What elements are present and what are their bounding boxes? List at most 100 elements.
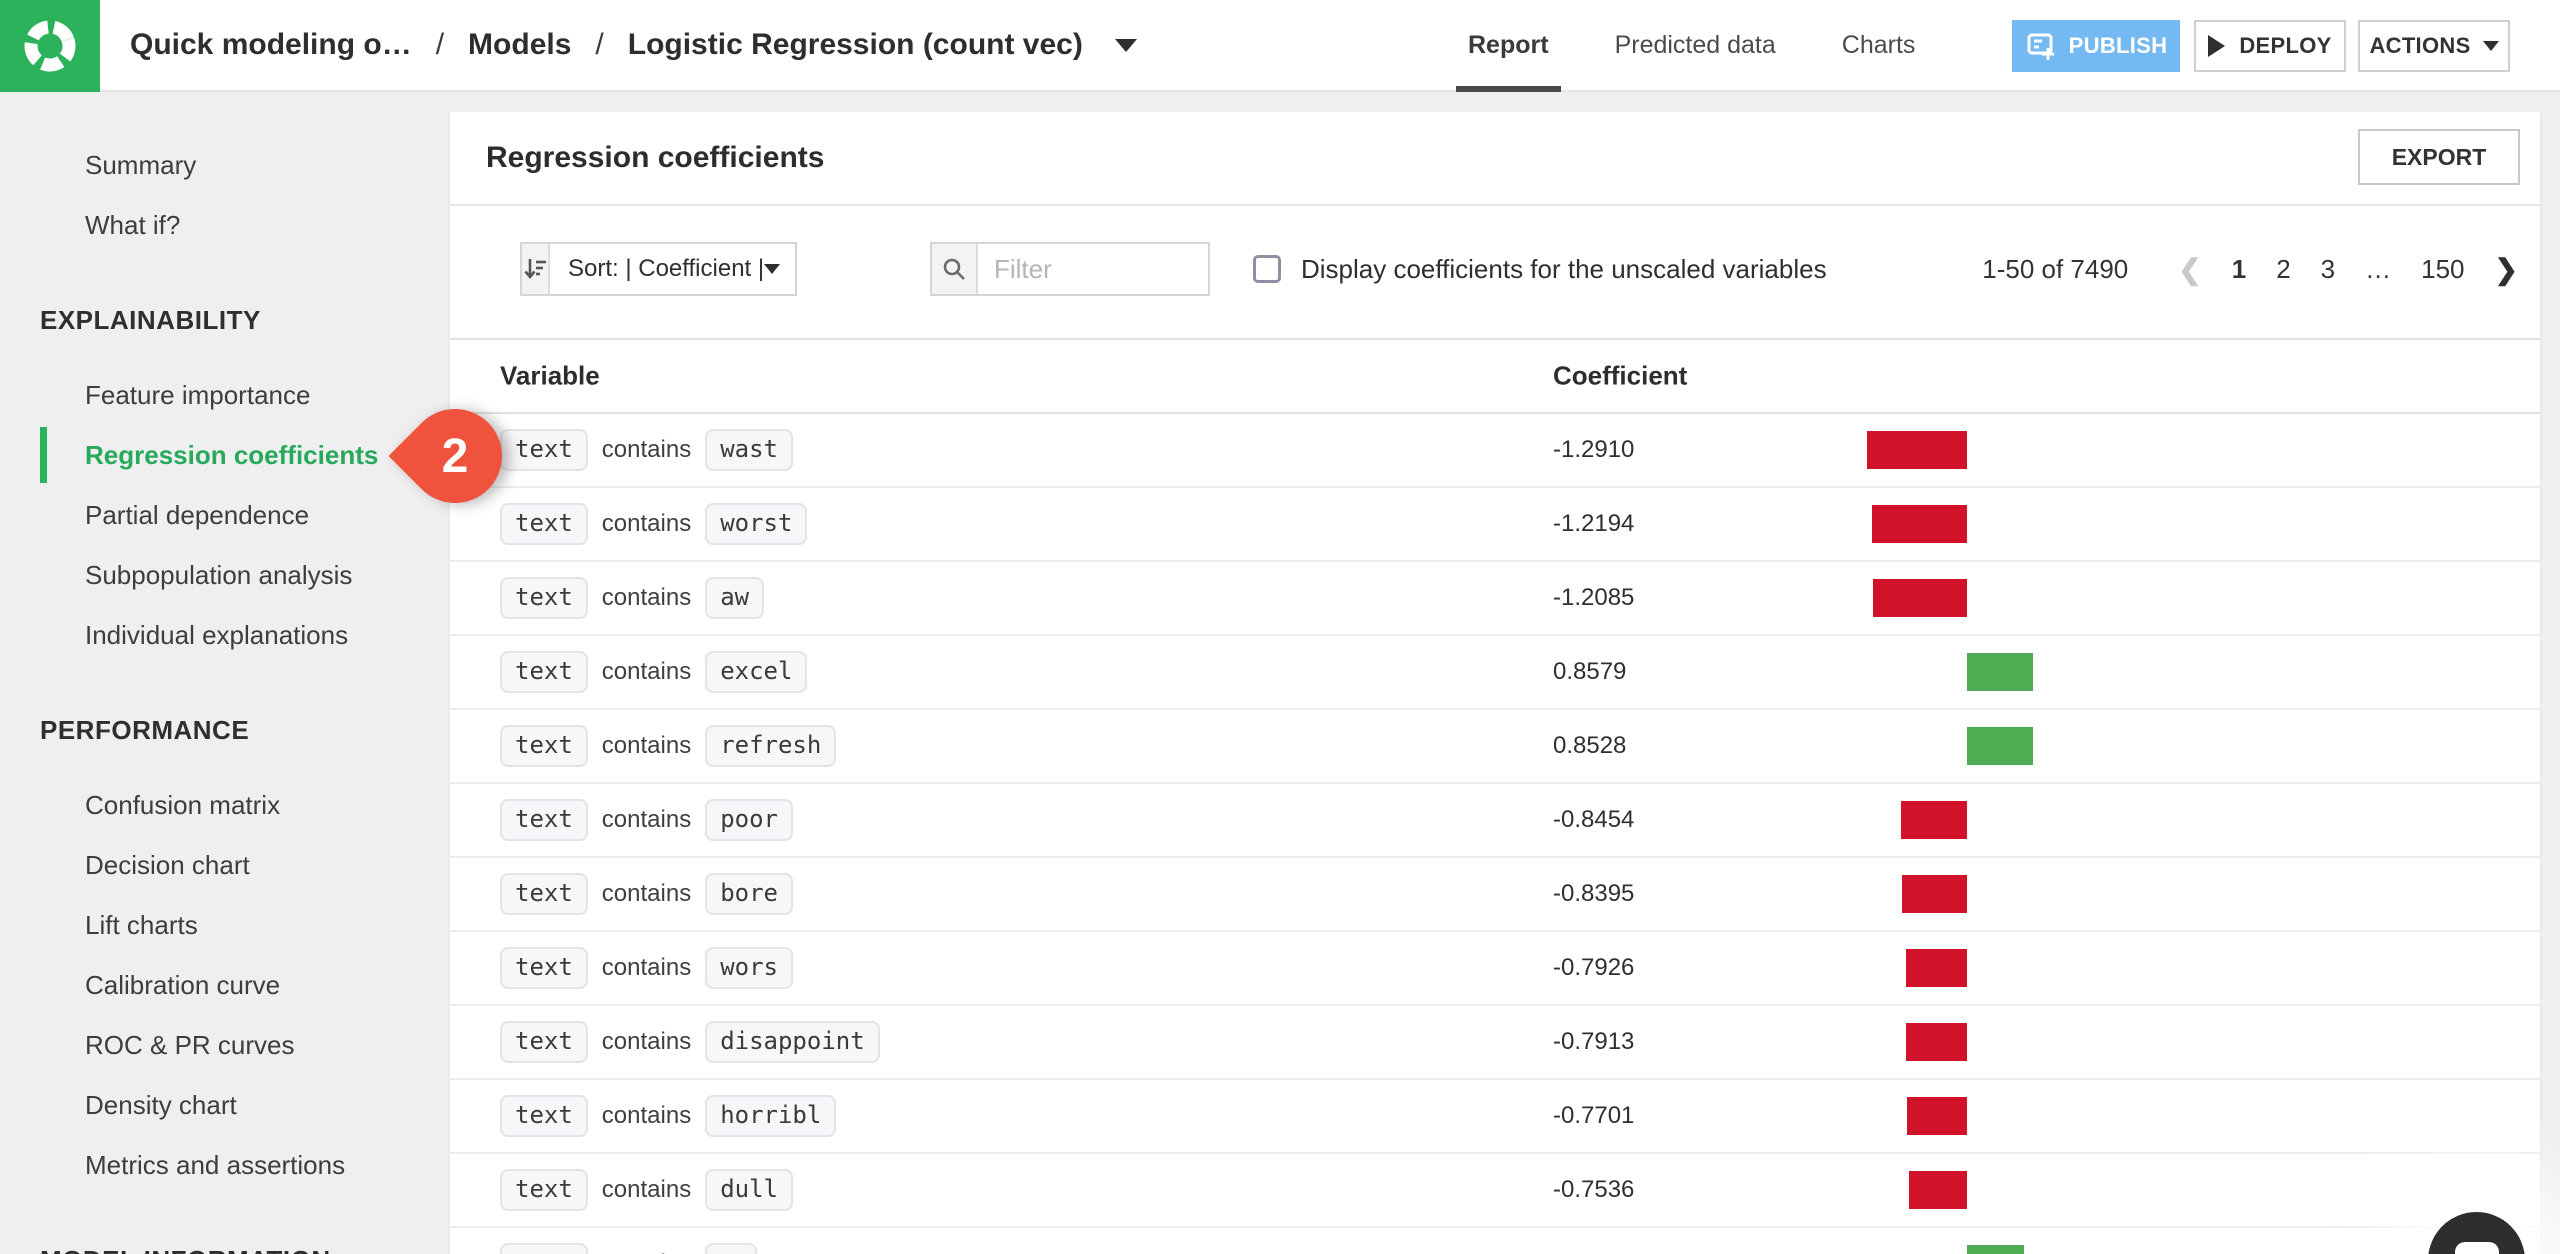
- sidebar-item-decision-chart[interactable]: Decision chart: [0, 835, 450, 895]
- positive-coefficient-bar: [1967, 727, 2033, 765]
- table-header-row: Variable Coefficient: [450, 338, 2540, 414]
- negative-coefficient-bar: [1901, 801, 1967, 839]
- coefficient-value: -0.7913: [1553, 1028, 1635, 1055]
- breadcrumb-separator: /: [595, 28, 604, 61]
- caret-down-icon: [764, 264, 781, 274]
- feature-chip: text: [500, 1095, 588, 1137]
- token-chip: horribl: [705, 1095, 837, 1137]
- relation-text: contains: [601, 732, 692, 759]
- actions-button[interactable]: ACTIONS: [2358, 20, 2510, 72]
- sidebar-item-summary[interactable]: Summary: [0, 135, 450, 195]
- page-title: Regression coefficients: [486, 141, 825, 174]
- breadcrumb-separator: /: [435, 28, 445, 61]
- relation-text: contains: [602, 1250, 691, 1254]
- variable-cell: text contains refresh: [500, 725, 837, 767]
- coefficient-value: 0.8579: [1553, 658, 1627, 685]
- pagination-page-3[interactable]: 3: [2321, 254, 2335, 285]
- chevron-left-icon[interactable]: ❮: [2178, 253, 2201, 286]
- column-header-variable: Variable: [500, 360, 600, 391]
- sidebar-item-individual-explanations[interactable]: Individual explanations: [0, 605, 450, 665]
- table-row: text contains horribl -0.7701: [450, 1080, 2540, 1154]
- sidebar-item-partial-dependence[interactable]: Partial dependence: [0, 485, 450, 545]
- sidebar: Summary What if? EXPLAINABILITY Feature imp…: [0, 92, 450, 1254]
- unscaled-coefficients-toggle[interactable]: Display coefficients for the unscaled va…: [1253, 242, 1827, 296]
- variable-cell: text contains dull: [500, 1169, 793, 1211]
- breadcrumb-item[interactable]: Models: [468, 28, 571, 62]
- pagination-page-2[interactable]: 2: [2276, 254, 2290, 285]
- sidebar-item-regression-coefficients[interactable]: Regression coefficients: [0, 425, 450, 485]
- chat-icon: [2455, 1242, 2499, 1254]
- relation-text: contains: [601, 1102, 692, 1129]
- sidebar-item-what-if-[interactable]: What if?: [0, 195, 450, 255]
- negative-coefficient-bar: [1909, 1171, 1967, 1209]
- positive-coefficient-bar: [1967, 1245, 2024, 1254]
- sidebar-item-subpopulation-analysis[interactable]: Subpopulation analysis: [0, 545, 450, 605]
- tab-charts[interactable]: Charts: [1842, 0, 1916, 90]
- caret-down-icon: [2482, 41, 2499, 51]
- play-icon: [2208, 35, 2226, 57]
- token-chip: worst: [705, 503, 808, 545]
- filter-input[interactable]: [978, 244, 1208, 294]
- coefficient-value: -1.2910: [1553, 436, 1635, 463]
- pagination-page-150[interactable]: 150: [2421, 254, 2464, 285]
- deploy-button[interactable]: DEPLOY: [2194, 20, 2346, 72]
- tab-report[interactable]: Report: [1456, 0, 1561, 92]
- sidebar-section-performance: PERFORMANCE: [40, 714, 250, 745]
- coefficient-value: -0.8454: [1553, 806, 1635, 833]
- relation-text: contains: [601, 806, 692, 833]
- breadcrumb-item[interactable]: Quick modeling o…: [130, 28, 412, 62]
- feature-chip: text: [500, 725, 588, 767]
- model-switcher-caret-icon[interactable]: [1114, 38, 1137, 52]
- token-chip: aw: [705, 577, 765, 619]
- feature-chip: text: [500, 1021, 588, 1063]
- sidebar-item-calibration-curve[interactable]: Calibration curve: [0, 955, 450, 1015]
- sidebar-item-density-chart[interactable]: Density chart: [0, 1075, 450, 1135]
- app-logo[interactable]: [0, 0, 100, 92]
- table-row: text contains refresh 0.8528: [450, 710, 2540, 784]
- publish-button[interactable]: PUBLISH: [2012, 20, 2180, 72]
- token-chip: wors: [705, 947, 793, 989]
- sidebar-item-lift-charts[interactable]: Lift charts: [0, 895, 450, 955]
- token-chip: poor: [705, 799, 793, 841]
- table-row: text contains bore -0.8395: [450, 858, 2540, 932]
- table-row: text contains dull -0.7536: [450, 1154, 2540, 1228]
- coefficient-value: -0.7701: [1553, 1102, 1635, 1129]
- sidebar-item-metrics-and-assertions[interactable]: Metrics and assertions: [0, 1135, 450, 1195]
- variable-cell: text contains bore: [500, 873, 793, 915]
- sidebar-item-roc-pr-curves[interactable]: ROC & PR curves: [0, 1015, 450, 1075]
- variable-cell: text contains aw: [500, 577, 765, 619]
- table-row: text contains wast -1.2910: [450, 414, 2540, 488]
- app-root: Quick modeling o… / Models / Logistic Regres…: [0, 0, 2560, 1254]
- table-row: text contains poor -0.8454: [450, 784, 2540, 858]
- relation-text: contains: [601, 880, 692, 907]
- feature-chip: text: [500, 1243, 588, 1254]
- coefficient-value: -0.8395: [1553, 880, 1635, 907]
- token-chip: wast: [705, 429, 793, 471]
- relation-text: contains: [601, 954, 692, 981]
- sidebar-section-explainability: EXPLAINABILITY: [40, 304, 261, 335]
- negative-coefficient-bar: [1872, 505, 1967, 543]
- negative-coefficient-bar: [1906, 949, 1967, 987]
- variable-cell: text contains disappoint: [500, 1021, 880, 1063]
- table-row: text contains: [450, 1228, 2540, 1254]
- unscaled-checkbox[interactable]: [1253, 255, 1281, 283]
- filter-field: [930, 242, 1210, 296]
- breadcrumb: Quick modeling o… / Models / Logistic Regres…: [130, 0, 1137, 90]
- table-row: text contains wors -0.7926: [450, 932, 2540, 1006]
- relation-text: contains: [601, 584, 692, 611]
- chevron-right-icon[interactable]: ❯: [2495, 253, 2518, 286]
- tab-predicted-data[interactable]: Predicted data: [1615, 0, 1776, 90]
- relation-text: contains: [601, 510, 692, 537]
- sort-dropdown[interactable]: Sort: | Coefficient |: [520, 242, 797, 296]
- table-row: text contains worst -1.2194: [450, 488, 2540, 562]
- breadcrumb-item[interactable]: Logistic Regression (count vec): [628, 28, 1083, 62]
- sidebar-item-feature-importance[interactable]: Feature importance: [0, 365, 450, 425]
- top-header: Quick modeling o… / Models / Logistic Regres…: [0, 0, 2560, 92]
- pagination-page-1[interactable]: 1: [2232, 254, 2246, 285]
- export-button[interactable]: EXPORT: [2358, 129, 2520, 185]
- coefficient-value: -1.2085: [1553, 584, 1635, 611]
- column-header-coefficient: Coefficient: [1553, 360, 1688, 391]
- token-chip: disappoint: [705, 1021, 880, 1063]
- table-row: text contains aw -1.2085: [450, 562, 2540, 636]
- sidebar-item-confusion-matrix[interactable]: Confusion matrix: [0, 775, 450, 835]
